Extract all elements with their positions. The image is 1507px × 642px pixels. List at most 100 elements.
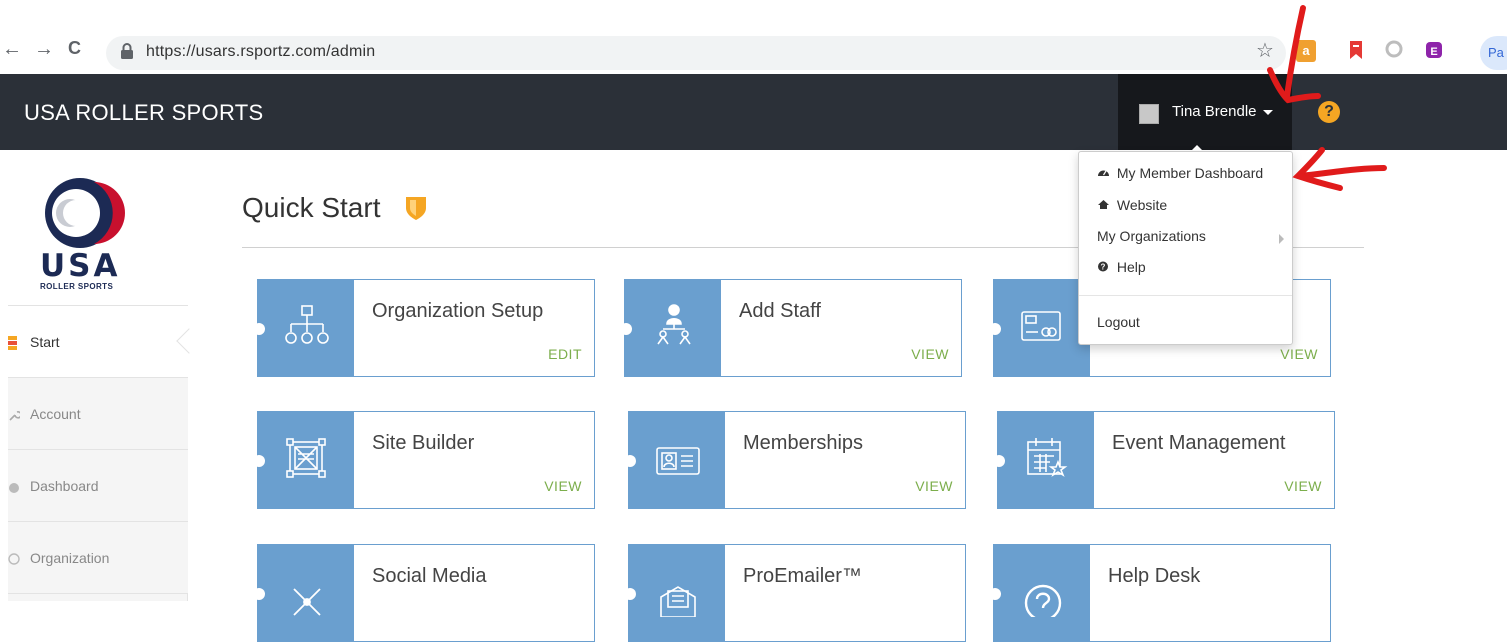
membership-card-icon [656, 447, 700, 475]
site-builder-icon [286, 438, 326, 478]
menu-item-my-member-dashboard[interactable]: My Member Dashboard [1097, 165, 1263, 181]
sidebar-item-start[interactable]: Start [8, 306, 202, 378]
logo-subtext: ROLLER SPORTS [40, 282, 114, 291]
page-title: Quick Start [242, 192, 381, 223]
menu-item-label: My Organizations [1097, 228, 1206, 244]
view-link[interactable]: VIEW [1280, 346, 1318, 362]
tile-connector [253, 323, 265, 335]
menu-item-label: Logout [1097, 314, 1140, 330]
tile-icon-area [629, 545, 725, 641]
envelope-icon [660, 586, 696, 617]
tile-icon-area [994, 280, 1090, 376]
tile-proemailer[interactable]: ProEmailer™ [624, 544, 966, 642]
svg-text:E: E [1430, 46, 1437, 58]
tile-connector [620, 323, 632, 335]
tile-connector [989, 323, 1001, 335]
brand-title[interactable]: USA ROLLER SPORTS [24, 100, 263, 126]
tile-icon-area [258, 545, 354, 641]
tile-title: Add Staff [739, 300, 821, 322]
tile-icon-area [629, 412, 725, 508]
tile-social-media[interactable]: Social Media [253, 544, 595, 642]
home-icon [1098, 200, 1109, 209]
profile-button[interactable]: Pa [1480, 36, 1507, 70]
tile-connector [989, 588, 1001, 600]
purple-extension-icon[interactable]: E [1424, 40, 1444, 62]
user-dropdown-menu: My Member Dashboard Website My Organizat… [1078, 151, 1293, 345]
tile-connector [253, 588, 265, 600]
logo-text: USA [40, 248, 121, 284]
tile-site-builder[interactable]: Site Builder VIEW [253, 411, 595, 509]
start-icon [8, 336, 17, 350]
tile-event-management[interactable]: Event Management VIEW [993, 411, 1335, 509]
tile-title: Help Desk [1108, 565, 1201, 587]
usa-roller-sports-logo-icon [45, 178, 125, 248]
payment-card-icon [1021, 311, 1061, 341]
help-icon[interactable]: ? [1318, 101, 1340, 123]
active-indicator [176, 328, 202, 354]
tile-title: Memberships [743, 432, 864, 454]
sidebar-item-dashboard[interactable]: Dashboard [8, 450, 188, 522]
tile-help-desk[interactable]: Help Desk [989, 544, 1331, 642]
user-name[interactable]: Tina Brendle [1172, 103, 1257, 120]
edit-link[interactable]: EDIT [548, 346, 582, 362]
caret-down-icon[interactable] [1263, 110, 1273, 115]
amazon-extension-icon[interactable]: a [1296, 40, 1316, 62]
tile-title: Social Media [372, 565, 487, 587]
view-link[interactable]: VIEW [915, 478, 953, 494]
dashboard-icon [9, 483, 19, 493]
wrench-icon [9, 411, 20, 421]
avatar [1139, 104, 1159, 124]
submenu-arrow-icon [1279, 234, 1284, 244]
forward-button[interactable]: → [34, 38, 54, 61]
menu-item-help[interactable]: ? Help [1097, 259, 1146, 275]
tile-icon-area [258, 280, 354, 376]
url-text[interactable]: https://usars.rsportz.com/admin [146, 43, 375, 61]
logo-area: USA ROLLER SPORTS [8, 150, 188, 306]
org-chart-icon [285, 305, 329, 344]
circle-extension-icon[interactable] [1384, 40, 1404, 62]
shield-icon [406, 197, 426, 220]
question-icon: ? [1098, 261, 1108, 272]
tile-icon-area [998, 412, 1094, 508]
menu-item-my-organizations[interactable]: My Organizations [1097, 228, 1206, 244]
dashboard-icon [1098, 170, 1109, 176]
tile-connector [624, 455, 636, 467]
calendar-star-icon [1027, 438, 1068, 477]
tile-icon-area [994, 545, 1090, 641]
menu-divider [1079, 295, 1292, 296]
view-link[interactable]: VIEW [544, 478, 582, 494]
sidebar-item-account[interactable]: Account [8, 378, 188, 450]
tile-icon-area [258, 412, 354, 508]
menu-item-label: Website [1116, 197, 1168, 213]
tile-connector [993, 455, 1005, 467]
tile-add-staff[interactable]: Add Staff VIEW [620, 279, 962, 377]
sidebar-item-label: Account [30, 406, 81, 422]
svg-text:?: ? [1101, 263, 1106, 272]
network-icon [293, 588, 321, 616]
tile-title: Event Management [1112, 432, 1286, 454]
view-link[interactable]: VIEW [1284, 478, 1322, 494]
sidebar-item-label: Organization [30, 550, 110, 566]
lock-icon [121, 43, 133, 59]
bookmark-extension-icon[interactable] [1346, 40, 1366, 62]
menu-item-website[interactable]: Website [1097, 197, 1167, 213]
tile-title: ProEmailer™ [743, 565, 862, 587]
bookmark-star-icon[interactable]: ☆ [1256, 38, 1274, 63]
logout-button[interactable]: Logout [1097, 314, 1140, 330]
reload-button[interactable]: C [68, 38, 81, 59]
tile-connector [253, 455, 265, 467]
tile-title: Site Builder [372, 432, 475, 454]
view-link[interactable]: VIEW [911, 346, 949, 362]
sidebar-item-organization[interactable]: Organization [8, 522, 188, 594]
staff-icon [657, 304, 691, 345]
sidebar-item-label: Start [30, 334, 60, 350]
organization-icon [8, 553, 20, 565]
tile-organization-setup[interactable]: Organization Setup EDIT [253, 279, 595, 377]
tile-connector [624, 588, 636, 600]
tile-memberships[interactable]: Memberships VIEW [624, 411, 966, 509]
menu-item-label: My Member Dashboard [1116, 165, 1264, 181]
tile-title: Organization Setup [372, 300, 544, 322]
menu-item-label: Help [1116, 259, 1146, 275]
back-button[interactable]: ← [2, 38, 22, 61]
tile-icon-area [625, 280, 721, 376]
